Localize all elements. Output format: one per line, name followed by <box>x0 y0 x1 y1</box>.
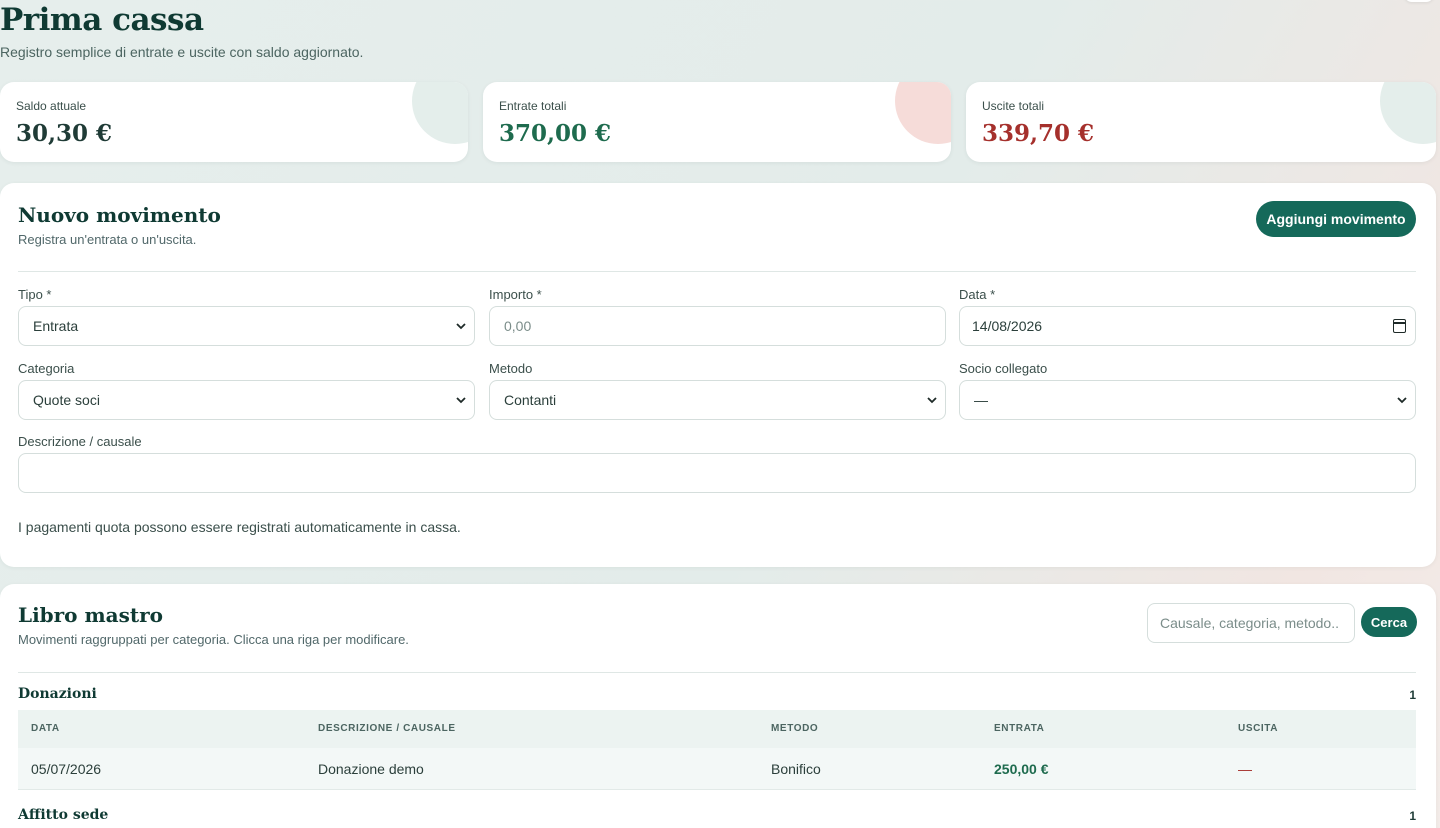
chevron-down-icon <box>456 323 466 330</box>
calendar-icon[interactable] <box>1393 319 1406 333</box>
group-count: 1 <box>1409 809 1416 823</box>
socio-label: Socio collegato <box>959 361 1048 376</box>
panel-subtitle: Registra un'entrata o un'uscita. <box>18 232 197 247</box>
divider <box>18 271 1416 272</box>
chevron-down-icon <box>456 397 466 404</box>
new-movement-panel: Nuovo movimento Registra un'entrata o un… <box>0 183 1436 567</box>
stat-label: Uscite totali <box>982 99 1045 113</box>
panel-subtitle: Movimenti raggruppati per categoria. Cli… <box>18 632 409 647</box>
group-title[interactable]: Affitto sede <box>18 807 108 823</box>
cell-entrata: 250,00 € <box>994 761 1049 777</box>
stat-card-uscite: Uscite totali 339,70 € <box>966 82 1436 162</box>
data-label: Data * <box>959 287 996 302</box>
socio-value: — <box>974 392 988 408</box>
categoria-select[interactable]: Quote soci <box>18 380 475 420</box>
stat-value: 370,00 € <box>499 120 612 147</box>
ledger-panel: Libro mastro Movimenti raggruppati per c… <box>0 584 1436 828</box>
metodo-value: Contanti <box>504 392 557 408</box>
group-count: 1 <box>1409 688 1416 702</box>
page-subtitle: Registro semplice di entrate e uscite co… <box>0 44 364 60</box>
column-header-data: DATA <box>31 723 60 734</box>
importo-input[interactable]: 0,00 <box>489 306 946 346</box>
chevron-down-icon <box>927 397 937 404</box>
cell-metodo: Bonifico <box>771 761 821 777</box>
column-header-descrizione: DESCRIZIONE / CAUSALE <box>318 723 456 734</box>
table-row[interactable]: 05/07/2026 Donazione demo Bonifico 250,0… <box>18 748 1416 790</box>
stat-label: Saldo attuale <box>16 99 87 113</box>
stat-card-entrate: Entrate totali 370,00 € <box>483 82 951 162</box>
descrizione-input[interactable] <box>18 453 1416 493</box>
stat-card-saldo: Saldo attuale 30,30 € <box>0 82 468 162</box>
data-date-input[interactable]: 14/08/2026 <box>959 306 1416 346</box>
ledger-search-input[interactable]: Causale, categoria, metodo.. <box>1147 603 1355 643</box>
table-header: DATA DESCRIZIONE / CAUSALE METODO ENTRAT… <box>18 710 1416 748</box>
form-note: I pagamenti quota possono essere registr… <box>18 519 461 535</box>
stat-value: 339,70 € <box>982 120 1095 147</box>
categoria-label: Categoria <box>18 361 75 376</box>
tipo-value: Entrata <box>33 318 79 334</box>
socio-select[interactable]: — <box>959 380 1416 420</box>
column-header-metodo: METODO <box>771 723 819 734</box>
panel-title: Libro mastro <box>18 603 163 627</box>
page-title: Prima cassa <box>0 2 204 38</box>
cell-descrizione: Donazione demo <box>318 761 424 777</box>
panel-title: Nuovo movimento <box>18 203 221 227</box>
column-header-entrata: ENTRATA <box>994 723 1045 734</box>
search-placeholder: Causale, categoria, metodo.. <box>1160 615 1339 631</box>
categoria-value: Quote soci <box>33 392 100 408</box>
tipo-label: Tipo * <box>18 287 52 302</box>
descrizione-label: Descrizione / causale <box>18 434 142 449</box>
cell-uscita: — <box>1238 761 1252 777</box>
divider <box>18 672 1416 673</box>
data-value: 14/08/2026 <box>972 318 1043 334</box>
importo-placeholder: 0,00 <box>504 318 532 334</box>
search-button[interactable]: Cerca <box>1361 607 1417 637</box>
column-header-uscita: USCITA <box>1238 723 1279 734</box>
stat-value: 30,30 € <box>16 120 113 147</box>
metodo-label: Metodo <box>489 361 533 376</box>
add-movement-button[interactable]: Aggiungi movimento <box>1256 201 1416 237</box>
decorative-blob <box>412 82 468 144</box>
stat-label: Entrate totali <box>499 99 567 113</box>
cell-data: 05/07/2026 <box>31 761 102 777</box>
decorative-blob <box>895 82 951 144</box>
group-title[interactable]: Donazioni <box>18 686 97 702</box>
chevron-down-icon <box>1397 397 1407 404</box>
importo-label: Importo * <box>489 287 542 302</box>
top-right-chip[interactable] <box>1404 0 1434 2</box>
decorative-blob <box>1380 82 1436 144</box>
metodo-select[interactable]: Contanti <box>489 380 946 420</box>
tipo-select[interactable]: Entrata <box>18 306 475 346</box>
